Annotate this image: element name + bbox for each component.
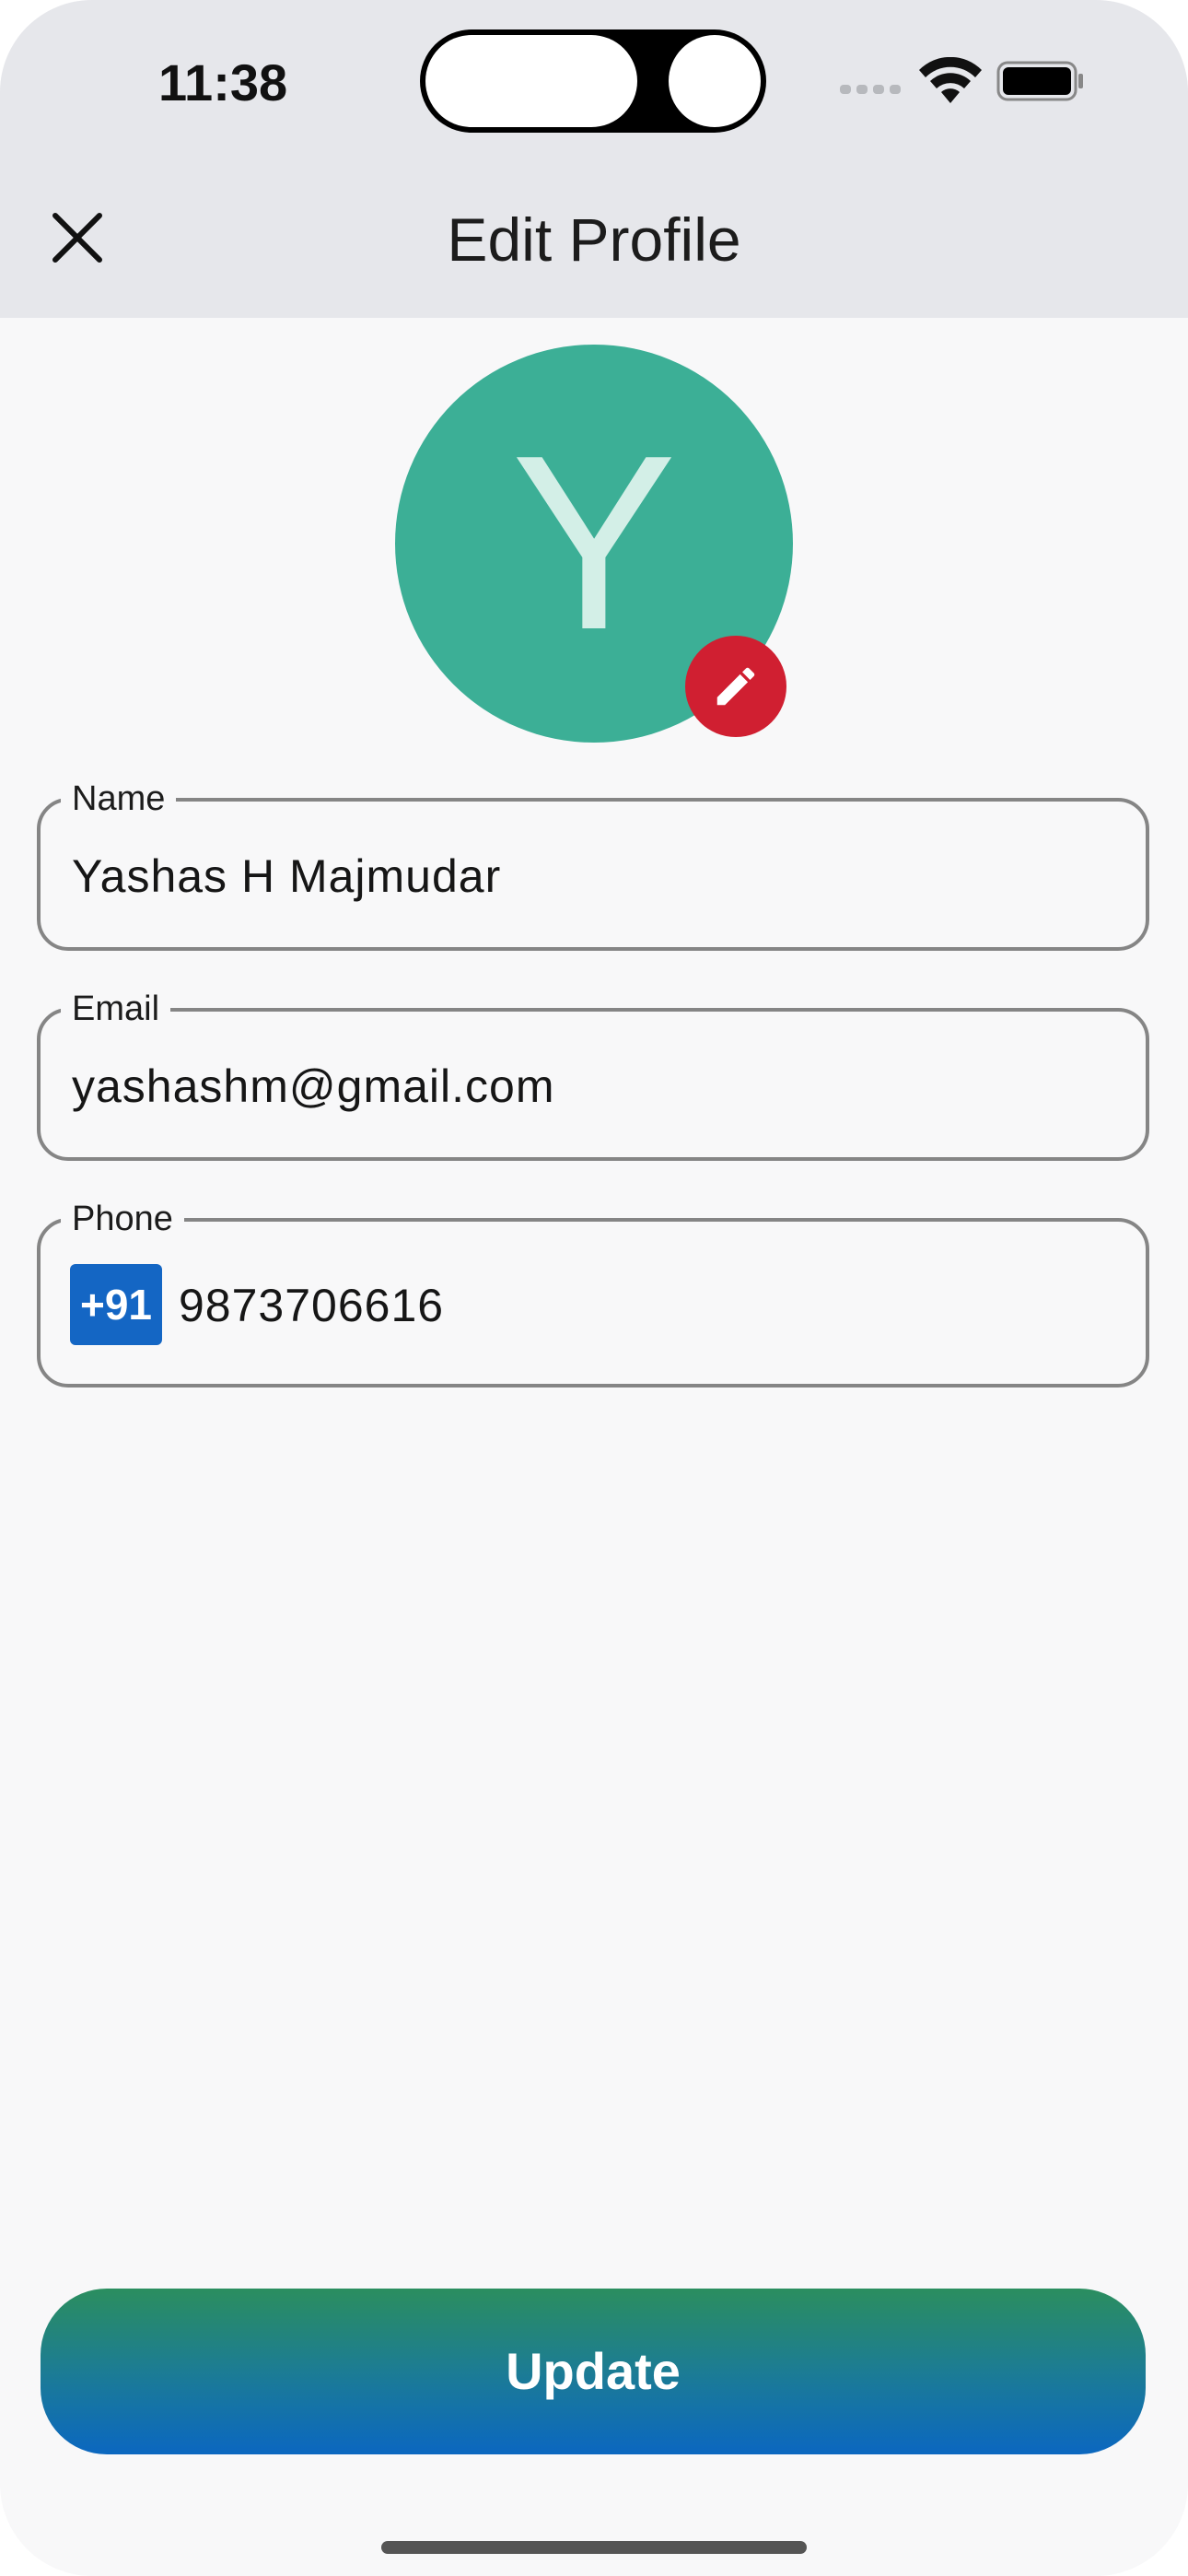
email-input[interactable]: yashashm@gmail.com	[72, 1060, 554, 1113]
avatar-initial: Y	[510, 404, 678, 682]
name-input[interactable]: Yashas H Majmudar	[72, 849, 501, 903]
page-title: Edit Profile	[447, 205, 741, 274]
email-field[interactable]: Email yashashm@gmail.com	[37, 986, 1149, 1161]
email-label: Email	[61, 986, 171, 1032]
name-field[interactable]: Name Yashas H Majmudar	[37, 776, 1149, 951]
wifi-icon	[919, 57, 982, 103]
signal-icon	[840, 85, 904, 98]
country-code-chip[interactable]: +91	[70, 1264, 162, 1345]
name-label: Name	[61, 776, 177, 822]
island-dot	[669, 35, 761, 127]
dynamic-island	[420, 29, 766, 133]
status-time: 11:38	[158, 53, 288, 111]
phone-label: Phone	[61, 1196, 184, 1242]
update-button[interactable]: Update	[41, 2289, 1146, 2454]
phone-field[interactable]: Phone +91 9873706616	[37, 1196, 1149, 1388]
edit-avatar-button[interactable]	[685, 636, 786, 737]
home-indicator	[381, 2541, 807, 2554]
battery-icon	[996, 61, 1083, 101]
phone-input[interactable]: 9873706616	[179, 1279, 444, 1332]
island-pill	[425, 35, 637, 127]
screen: 11:38 Edit Profile Y Name Yashas H Majmu…	[0, 0, 1188, 2576]
app-header: 11:38 Edit Profile	[0, 0, 1188, 318]
pencil-icon	[716, 667, 755, 706]
